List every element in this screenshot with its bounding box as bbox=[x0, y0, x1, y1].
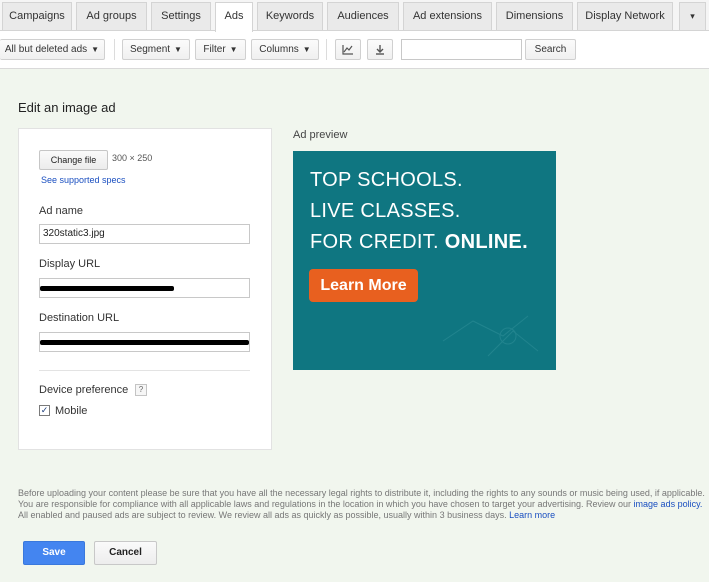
tab-keywords[interactable]: Keywords bbox=[257, 2, 323, 31]
filter-dropdown[interactable]: Filter ▼ bbox=[195, 39, 246, 60]
ad-headline-line3-bold: ONLINE. bbox=[444, 231, 528, 253]
mobile-checkbox[interactable]: ✓ bbox=[39, 405, 50, 416]
learn-more-link[interactable]: Learn more bbox=[509, 510, 555, 520]
change-file-button[interactable]: Change file bbox=[39, 150, 108, 170]
toolbar: All but deleted ads ▼ Segment ▼ Filter ▼ Co… bbox=[0, 31, 709, 69]
tab-display-network[interactable]: Display Network bbox=[577, 2, 673, 31]
tab-bar: Campaigns Ad groups Settings Ads Keyword… bbox=[0, 0, 709, 32]
ad-preview-image: TOP SCHOOLS. LIVE CLASSES. FOR CREDIT. O… bbox=[293, 151, 556, 370]
segment-label: Segment bbox=[130, 44, 171, 55]
tab-campaigns[interactable]: Campaigns bbox=[2, 2, 72, 31]
chevron-down-icon: ▼ bbox=[91, 45, 100, 54]
view-filter-label: All but deleted ads bbox=[4, 44, 88, 55]
redaction-mark bbox=[40, 286, 174, 291]
chevron-down-icon: ▼ bbox=[302, 45, 311, 54]
review-text: All enabled and paused ads are subject t… bbox=[18, 510, 507, 520]
tab-dimensions[interactable]: Dimensions bbox=[496, 2, 573, 31]
view-filter-dropdown[interactable]: All but deleted ads ▼ bbox=[0, 39, 105, 60]
section-divider bbox=[39, 370, 250, 371]
line-chart-icon bbox=[342, 45, 353, 55]
chevron-down-icon: ▼ bbox=[229, 45, 238, 54]
supported-specs-link[interactable]: See supported specs bbox=[41, 175, 126, 185]
image-ads-policy-link[interactable]: image ads policy. bbox=[634, 499, 703, 509]
legal-text: Before uploading your content please be … bbox=[18, 488, 705, 509]
tab-ads[interactable]: Ads bbox=[215, 2, 253, 32]
save-button[interactable]: Save bbox=[23, 541, 85, 565]
legal-notice: Before uploading your content please be … bbox=[18, 488, 706, 521]
ad-headline-line2: LIVE CLASSES. bbox=[310, 200, 461, 222]
chevron-down-icon: ▼ bbox=[174, 45, 182, 54]
destination-url-label: Destination URL bbox=[39, 312, 120, 324]
mobile-label: Mobile bbox=[55, 405, 88, 417]
search-button[interactable]: Search bbox=[525, 39, 576, 60]
image-dimensions: 300 × 250 bbox=[112, 153, 153, 163]
download-button[interactable] bbox=[367, 39, 393, 60]
device-preference-label: Device preference bbox=[39, 384, 129, 396]
tab-ad-extensions[interactable]: Ad extensions bbox=[403, 2, 492, 31]
redaction-mark bbox=[40, 340, 249, 345]
columns-label: Columns bbox=[259, 44, 299, 55]
search-input[interactable] bbox=[401, 39, 522, 60]
toolbar-divider bbox=[114, 39, 115, 60]
help-icon[interactable]: ? bbox=[135, 384, 147, 396]
toolbar-divider bbox=[326, 39, 327, 60]
ad-headline-line3: FOR CREDIT. ONLINE. bbox=[310, 231, 528, 254]
cancel-button[interactable]: Cancel bbox=[94, 541, 157, 565]
tab-ad-groups[interactable]: Ad groups bbox=[76, 2, 147, 31]
ad-preview-label: Ad preview bbox=[293, 129, 348, 141]
tabs-more-dropdown[interactable]: ▾ bbox=[679, 2, 706, 31]
ad-name-input[interactable]: 320static3.jpg bbox=[39, 224, 250, 244]
segment-dropdown[interactable]: Segment ▼ bbox=[122, 39, 190, 60]
columns-dropdown[interactable]: Columns ▼ bbox=[251, 39, 319, 60]
ad-headline-line1: TOP SCHOOLS. bbox=[310, 169, 463, 191]
chart-toggle-button[interactable] bbox=[335, 39, 361, 60]
ad-headline-line3-plain: FOR CREDIT. bbox=[310, 231, 439, 253]
download-icon bbox=[376, 45, 384, 55]
ad-name-label: Ad name bbox=[39, 205, 84, 217]
ad-cta-button: Learn More bbox=[309, 269, 418, 302]
filter-label: Filter bbox=[203, 44, 226, 55]
display-url-label: Display URL bbox=[39, 258, 101, 270]
tab-settings[interactable]: Settings bbox=[151, 2, 211, 31]
tab-audiences[interactable]: Audiences bbox=[327, 2, 399, 31]
page-title: Edit an image ad bbox=[18, 100, 116, 115]
